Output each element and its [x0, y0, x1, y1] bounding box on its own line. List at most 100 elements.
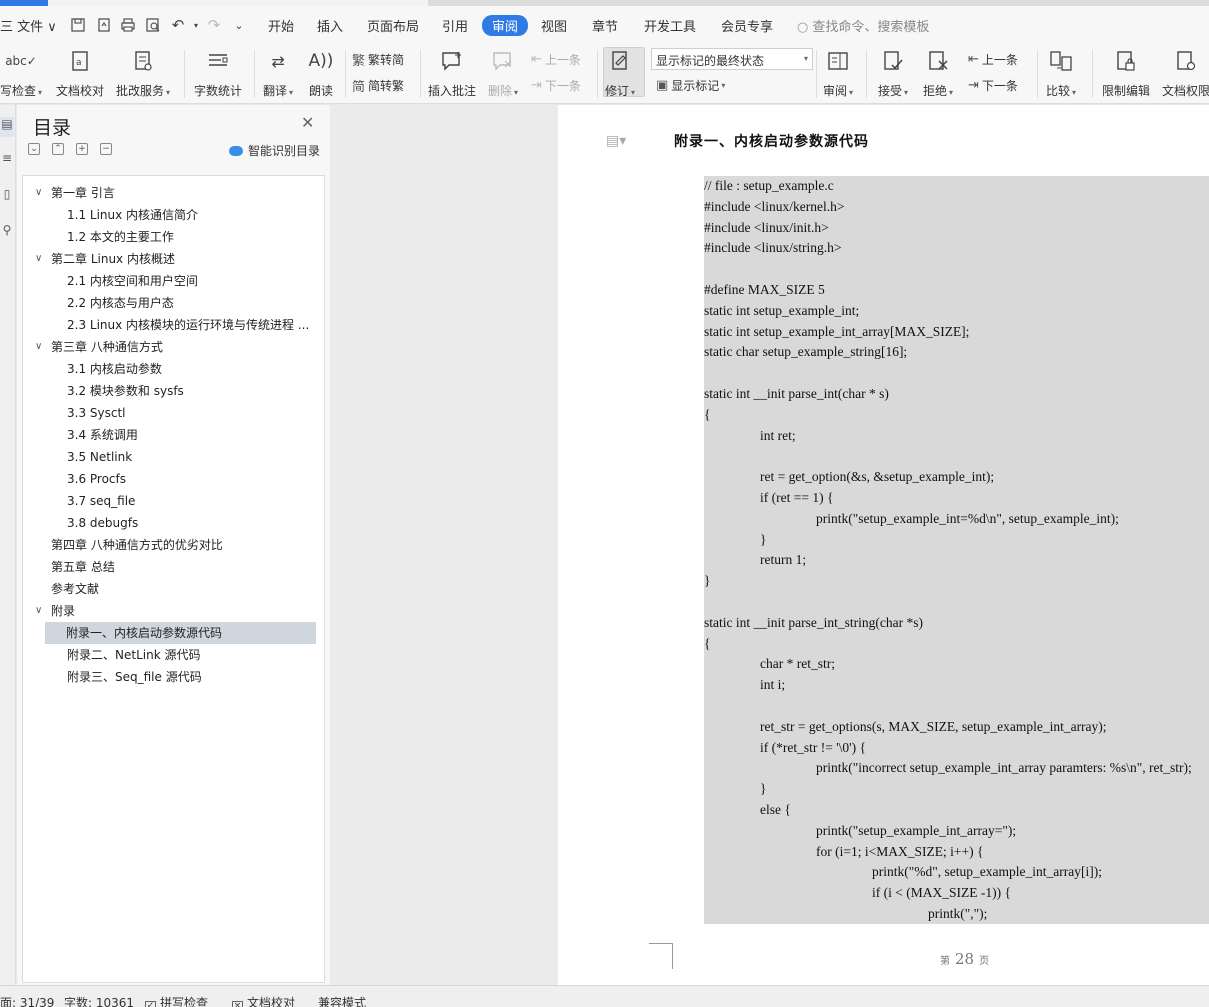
chevron-down-icon[interactable]: ∨: [35, 248, 42, 270]
toc-item[interactable]: 3.6 Procfs: [23, 468, 324, 490]
spell-check-button[interactable]: abc✓ 写检查 ▾: [0, 48, 42, 100]
file-menu[interactable]: 三 文件 ∨: [0, 16, 57, 35]
toc-item[interactable]: 3.2 模块参数和 sysfs: [23, 380, 324, 402]
toc-item[interactable]: 2.1 内核空间和用户空间: [23, 270, 324, 292]
code-line: printk("incorrect setup_example_int_arra…: [816, 760, 1192, 776]
proof-icon: ×: [232, 1001, 243, 1007]
toc-item[interactable]: 第五章 总结: [23, 556, 324, 578]
chevron-down-icon[interactable]: ∨: [35, 336, 42, 358]
delete-comment-button[interactable]: 删除 ▾: [488, 48, 518, 100]
page-number: 第 28 页: [940, 950, 989, 968]
tab-chapter[interactable]: 章节: [592, 16, 618, 35]
toc-item[interactable]: 2.2 内核态与用户态: [23, 292, 324, 314]
read-aloud-button[interactable]: A)) 朗读: [308, 48, 334, 100]
expand-all-icon[interactable]: ⌃: [52, 143, 64, 155]
document-page[interactable]: ▤▾ 附录一、内核启动参数源代码 // file : setup_example…: [558, 105, 1209, 985]
toc-item[interactable]: 附录二、NetLink 源代码: [23, 644, 324, 666]
insert-comment-button[interactable]: 插入批注: [428, 48, 476, 100]
tab-page-layout[interactable]: 页面布局: [367, 16, 419, 35]
toc-item-label: 第三章 八种通信方式: [51, 340, 163, 354]
menu-bar: 三 文件 ∨ ↶ ▾ ↷ ⌄ 开始 插入 页面布局 引用 审阅 视图 章节 开发…: [0, 6, 1209, 44]
close-icon[interactable]: ✕: [301, 113, 314, 132]
tab-references[interactable]: 引用: [442, 16, 468, 35]
chapter-nav-icon[interactable]: ≡: [0, 151, 14, 171]
trad-to-simp-button[interactable]: 繁繁转简: [352, 50, 404, 69]
toc-item[interactable]: ∨ 附录: [23, 600, 324, 622]
code-block[interactable]: // file : setup_example.c #include <linux…: [704, 176, 1209, 924]
toc-item[interactable]: 2.3 Linux 内核模块的运行环境与传统进程 ...: [23, 314, 324, 336]
export-pdf-icon[interactable]: [94, 15, 114, 35]
delete-comment-label: 删除: [488, 84, 513, 98]
next-comment-button[interactable]: ⇥ 下一条: [531, 76, 581, 94]
toc-item[interactable]: 3.1 内核启动参数: [23, 358, 324, 380]
toc-item[interactable]: 3.5 Netlink: [23, 446, 324, 468]
tab-developer[interactable]: 开发工具: [644, 16, 696, 35]
doc-permission-button[interactable]: 文档权限: [1162, 48, 1209, 100]
toc-item[interactable]: 3.4 系统调用: [23, 424, 324, 446]
chevron-down-icon[interactable]: ∨: [35, 182, 42, 204]
save-icon[interactable]: [68, 15, 88, 35]
translate-button[interactable]: ⇄ 翻译 ▾: [263, 48, 293, 100]
page-number-suffix: 页: [979, 956, 990, 967]
prev-comment-button[interactable]: ⇤ 上一条: [531, 50, 581, 68]
toc-item[interactable]: 附录一、内核启动参数源代码: [45, 622, 316, 644]
ribbon-separator: [1037, 50, 1038, 98]
customize-quickaccess-icon[interactable]: ⌄: [229, 15, 249, 35]
toc-item[interactable]: ∨ 第三章 八种通信方式: [23, 336, 324, 358]
command-search[interactable]: ○ 查找命令、搜索模板: [797, 16, 929, 35]
translate-label: 翻译: [263, 84, 288, 98]
add-heading-icon[interactable]: +: [76, 143, 88, 155]
undo-dropdown-icon[interactable]: ▾: [186, 15, 206, 35]
toc-item[interactable]: ∨ 第一章 引言: [23, 182, 324, 204]
print-icon[interactable]: [118, 15, 138, 35]
code-line: static int setup_example_int_array[MAX_S…: [704, 323, 970, 339]
toc-item[interactable]: 3.3 Sysctl: [23, 402, 324, 424]
toc-item-label: 附录一、内核启动参数源代码: [66, 626, 223, 640]
word-count-button[interactable]: 字数统计: [194, 48, 242, 100]
compare-button[interactable]: 比较 ▾: [1046, 48, 1076, 100]
print-preview-icon[interactable]: [143, 15, 163, 35]
paragraph-options-icon[interactable]: ▤▾: [606, 133, 626, 149]
find-nav-icon[interactable]: ⚲: [0, 223, 14, 243]
tab-home[interactable]: 开始: [268, 16, 294, 35]
accept-change-button[interactable]: 接受 ▾: [878, 48, 908, 100]
doc-proof-status[interactable]: × 文档校对: [232, 994, 295, 1007]
page-info[interactable]: 面: 31/39: [0, 994, 54, 1007]
toc-item[interactable]: 参考文献: [23, 578, 324, 600]
tab-review[interactable]: 审阅: [482, 15, 529, 36]
review-pane-button[interactable]: 审阅 ▾: [823, 48, 853, 100]
remove-heading-icon[interactable]: −: [100, 143, 112, 155]
chevron-down-icon[interactable]: ∨: [35, 600, 42, 622]
tab-member[interactable]: 会员专享: [721, 16, 773, 35]
redo-icon[interactable]: ↷: [204, 15, 224, 35]
toc-item[interactable]: 第四章 八种通信方式的优劣对比: [23, 534, 324, 556]
toc-nav-icon[interactable]: ▤: [0, 117, 14, 137]
toc-item[interactable]: 3.8 debugfs: [23, 512, 324, 534]
smart-detect-toc-button[interactable]: 智能识别目录: [229, 142, 320, 159]
next-change-button[interactable]: ⇥ 下一条: [968, 76, 1018, 94]
tab-view[interactable]: 视图: [541, 16, 567, 35]
toc-item-label: 3.7 seq_file: [67, 494, 136, 508]
toc-item[interactable]: 附录三、Seq_file 源代码: [23, 666, 324, 688]
reject-change-button[interactable]: 拒绝 ▾: [923, 48, 953, 100]
word-count-status[interactable]: 字数: 10361: [64, 994, 134, 1007]
show-markup-button[interactable]: ▣ 显示标记 ▾: [656, 76, 725, 94]
annotate-service-label: 批改服务: [116, 84, 165, 98]
toc-item[interactable]: 3.7 seq_file: [23, 490, 324, 512]
bookmark-nav-icon[interactable]: ▯: [0, 187, 14, 207]
doc-proof-button[interactable]: a 文档校对: [56, 48, 104, 100]
markup-mode-select[interactable]: 显示标记的最终状态 ▾: [651, 48, 813, 70]
track-changes-button[interactable]: 修订 ▾: [605, 48, 635, 100]
simp-to-trad-button[interactable]: 简简转繁: [352, 76, 404, 95]
toc-item[interactable]: 1.2 本文的主要工作: [23, 226, 324, 248]
tab-insert[interactable]: 插入: [317, 16, 343, 35]
annotate-service-button[interactable]: 批改服务 ▾: [116, 48, 170, 100]
prev-change-button[interactable]: ⇤ 上一条: [968, 50, 1018, 68]
restrict-edit-button[interactable]: 限制编辑: [1102, 48, 1150, 100]
toc-item[interactable]: 1.1 Linux 内核通信简介: [23, 204, 324, 226]
spell-check-status[interactable]: ✓ 拼写检查: [145, 994, 208, 1007]
code-line: else {: [760, 802, 791, 817]
toc-item[interactable]: ∨ 第二章 Linux 内核概述: [23, 248, 324, 270]
undo-icon[interactable]: ↶: [168, 15, 188, 35]
collapse-all-icon[interactable]: ⌄: [28, 143, 40, 155]
